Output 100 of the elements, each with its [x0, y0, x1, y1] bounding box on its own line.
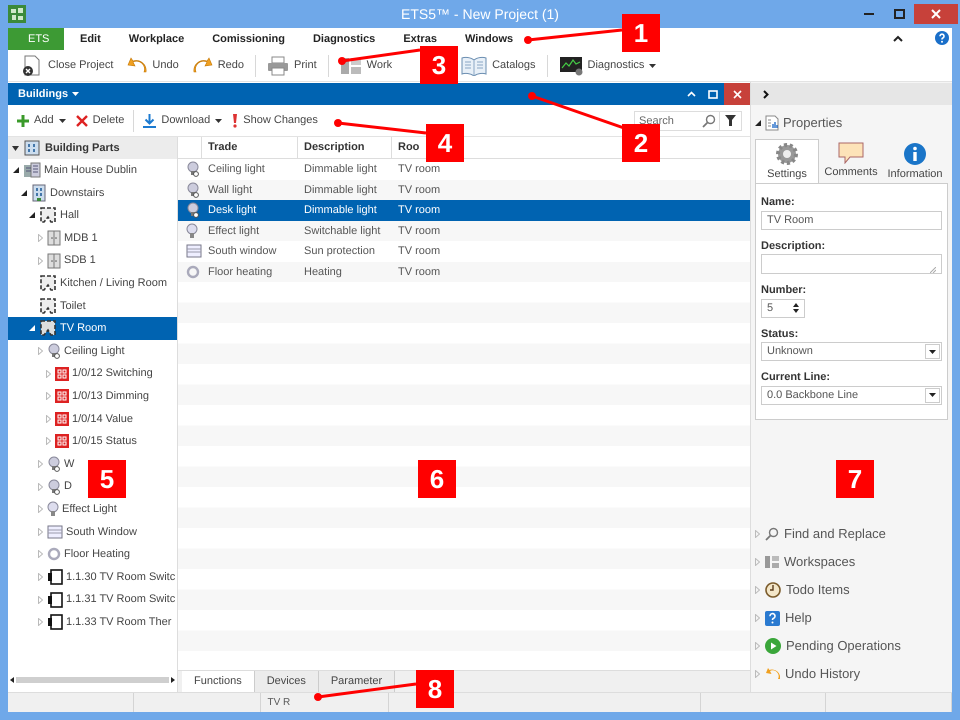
column-header[interactable]: Roo: [392, 137, 422, 158]
expanded-arrow-icon[interactable]: [29, 212, 35, 218]
collapsed-arrow-icon[interactable]: [38, 618, 42, 626]
download-icon: [143, 114, 156, 128]
menu-item[interactable]: Windows: [462, 28, 516, 50]
toolbar-button[interactable]: Diagnostics: [552, 56, 664, 76]
section-title: Find and Replace: [784, 525, 886, 544]
blind-icon: [47, 524, 63, 539]
callout-number: 7: [836, 460, 874, 498]
help-button[interactable]: [932, 28, 952, 48]
collapsed-arrow-icon[interactable]: [38, 505, 42, 514]
cabinet-icon: [47, 252, 61, 269]
collapsed-arrow-icon[interactable]: [46, 370, 50, 378]
column-header[interactable]: Description: [298, 137, 392, 158]
section-title: Workspaces: [784, 553, 856, 572]
help-icon: [935, 31, 949, 45]
dropdown-value: 0.0 Backbone Line: [767, 388, 858, 403]
maximize-icon: [894, 9, 904, 19]
collapsed-arrow-icon[interactable]: [38, 572, 42, 581]
tree-item-label: Main House Dublin: [44, 163, 137, 178]
dropdown-field[interactable]: 0.0 Backbone Line: [761, 386, 942, 404]
building-parts-icon: [23, 140, 41, 156]
menu-item[interactable]: Comissioning: [210, 28, 287, 50]
collapsed-arrow-icon[interactable]: [38, 460, 42, 468]
collapsed-arrow-icon[interactable]: [38, 234, 42, 242]
properties-icon: [765, 114, 779, 131]
collapsed-arrow-icon[interactable]: [755, 530, 760, 538]
expanded-arrow-icon[interactable]: [755, 120, 761, 126]
tree-item-label: Kitchen / Living Room: [60, 276, 167, 292]
redo-icon: [192, 56, 213, 74]
toolbar-button[interactable]: Redo: [186, 56, 252, 74]
expanded-arrow-icon[interactable]: [29, 325, 35, 332]
text-field[interactable]: TV Room: [761, 210, 942, 230]
collapsed-arrow-icon[interactable]: [755, 558, 760, 566]
group-address-icon: [55, 389, 69, 404]
selected-tree-row[interactable]: TV Room: [8, 317, 177, 340]
menu-item[interactable]: Workplace: [126, 28, 186, 50]
collapsed-arrow-icon[interactable]: [38, 482, 42, 491]
collapsed-arrow-icon[interactable]: [755, 670, 760, 678]
table-cell-text: TV room: [397, 224, 442, 238]
close-panel-button[interactable]: [724, 83, 750, 105]
tab[interactable]: Settings: [755, 138, 819, 183]
collapsed-arrow-icon[interactable]: [755, 642, 760, 650]
tab[interactable]: Devices: [254, 671, 319, 692]
toolbar-button[interactable]: Close Project: [14, 54, 120, 76]
collapsed-arrow-icon[interactable]: [46, 414, 50, 423]
lamp-icon: [47, 343, 61, 360]
heating-icon: [186, 264, 200, 279]
menu-item[interactable]: Diagnostics: [310, 28, 378, 50]
number-spinner[interactable]: 5: [761, 298, 805, 318]
expanded-arrow-icon[interactable]: [13, 167, 19, 174]
text-area[interactable]: [761, 254, 942, 274]
close-button[interactable]: [914, 4, 958, 24]
undo-icon: [765, 667, 780, 681]
horizontal-scrollbar[interactable]: [10, 674, 175, 686]
tab[interactable]: Parameter: [318, 671, 396, 692]
toolbar-button[interactable]: Download: [138, 112, 228, 129]
collapsed-arrow-icon[interactable]: [38, 347, 42, 356]
collapsed-arrow-icon[interactable]: [755, 614, 760, 622]
number-value: 5: [767, 300, 774, 316]
expanded-arrow-icon[interactable]: [12, 144, 19, 152]
tree-item-label: Ceiling Light: [64, 344, 125, 359]
device-icon: [47, 614, 63, 630]
filter-button[interactable]: [720, 110, 742, 130]
collapsed-arrow-icon[interactable]: [38, 596, 42, 604]
toolbar-button[interactable]: Print: [260, 56, 324, 76]
collapsed-arrow-icon[interactable]: [38, 256, 42, 265]
selected-table-row[interactable]: Desk light Dimmable light TV room: [178, 200, 750, 220]
room-icon: [39, 296, 57, 315]
toolbar-button[interactable]: Delete: [70, 112, 130, 129]
tab[interactable]: Comments: [819, 138, 883, 183]
collapsed-arrow-icon[interactable]: [46, 437, 50, 446]
app-menu-tab[interactable]: ETS: [8, 28, 64, 50]
collapsed-arrow-icon[interactable]: [38, 550, 42, 558]
menu-item[interactable]: Edit: [78, 28, 103, 50]
tree-item-label: 1.1.31 TV Room Switc: [66, 592, 176, 608]
section-title: Pending Operations: [786, 637, 901, 656]
tab[interactable]: Functions: [182, 671, 255, 692]
collapsed-arrow-icon[interactable]: [38, 528, 42, 536]
dropdown-field[interactable]: Unknown: [761, 342, 942, 361]
tree-item-label: TV Room: [60, 321, 106, 336]
expanded-arrow-icon[interactable]: [21, 190, 27, 196]
table-cell-text: Desk light: [207, 203, 258, 218]
delete-icon: [76, 114, 88, 126]
room-icon: [39, 206, 57, 224]
column-header[interactable]: Trade: [202, 137, 298, 158]
toolbar-button[interactable]: Add: [12, 112, 71, 129]
table-cell-text: TV room: [397, 264, 442, 280]
minimize-icon: [864, 13, 874, 15]
table-cell-text: Dimmable light: [303, 182, 378, 198]
tab[interactable]: Information: [883, 138, 947, 183]
panel-title-dropdown[interactable]: Buildings: [14, 86, 84, 102]
toolbar-button[interactable]: Show Changes: [227, 112, 323, 129]
toolbar-button[interactable]: Undo: [120, 56, 186, 74]
collapsed-arrow-icon[interactable]: [46, 392, 50, 400]
tree-item-label: 1.1.30 TV Room Switc: [66, 570, 176, 585]
collapsed-arrow-icon[interactable]: [755, 586, 760, 594]
section-title: Properties: [783, 114, 842, 132]
bulb-icon: [47, 501, 59, 518]
status-text: TV R: [267, 696, 290, 710]
